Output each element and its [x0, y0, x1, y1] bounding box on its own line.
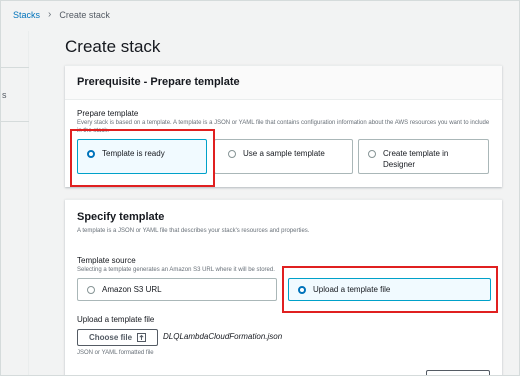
upload-template-label: Upload a template file: [77, 315, 155, 324]
side-navigation-edge: [1, 31, 29, 375]
radio-amazon-s3-url[interactable]: [87, 286, 95, 294]
partially-visible-button[interactable]: [426, 370, 490, 375]
prepare-template-label: Prepare template: [77, 109, 139, 118]
specify-template-description: A template is a JSON or YAML file that d…: [77, 228, 310, 234]
upload-file-hint: JSON or YAML formatted file: [77, 350, 154, 356]
side-divider: [1, 121, 29, 122]
choose-file-button[interactable]: Choose file: [77, 329, 158, 346]
side-divider: [1, 67, 29, 68]
radio-sample-template[interactable]: [228, 150, 236, 158]
highlight-box: [70, 129, 215, 187]
choose-file-button-label: Choose file: [88, 333, 133, 342]
option-amazon-s3-url-label: Amazon S3 URL: [102, 285, 162, 294]
specify-template-title: Specify template: [77, 211, 165, 223]
breadcrumb-link-stacks[interactable]: Stacks: [13, 10, 40, 20]
option-amazon-s3-url[interactable]: Amazon S3 URL: [77, 278, 277, 301]
template-source-label: Template source: [77, 256, 136, 265]
breadcrumb-current: Create stack: [59, 9, 110, 20]
option-create-in-designer[interactable]: Create template in Designer: [358, 139, 489, 174]
highlight-box: [282, 266, 498, 313]
option-sample-template-label: Use a sample template: [243, 149, 325, 158]
chevron-right-icon: ›: [48, 9, 52, 20]
prerequisite-panel-title: Prerequisite - Prepare template: [65, 66, 502, 100]
window-frame: Stacks › Create stack s Create stack Pre…: [0, 0, 520, 376]
breadcrumb: Stacks › Create stack: [13, 9, 110, 20]
page-title: Create stack: [65, 37, 161, 56]
selected-file-name: DLQLambdaCloudFormation.json: [163, 332, 283, 341]
upload-icon: [137, 333, 147, 342]
radio-create-in-designer[interactable]: [368, 150, 376, 158]
side-nav-clipped-text: s: [2, 90, 7, 100]
option-sample-template[interactable]: Use a sample template: [214, 139, 353, 174]
option-create-in-designer-label: Create template in Designer: [383, 149, 449, 169]
